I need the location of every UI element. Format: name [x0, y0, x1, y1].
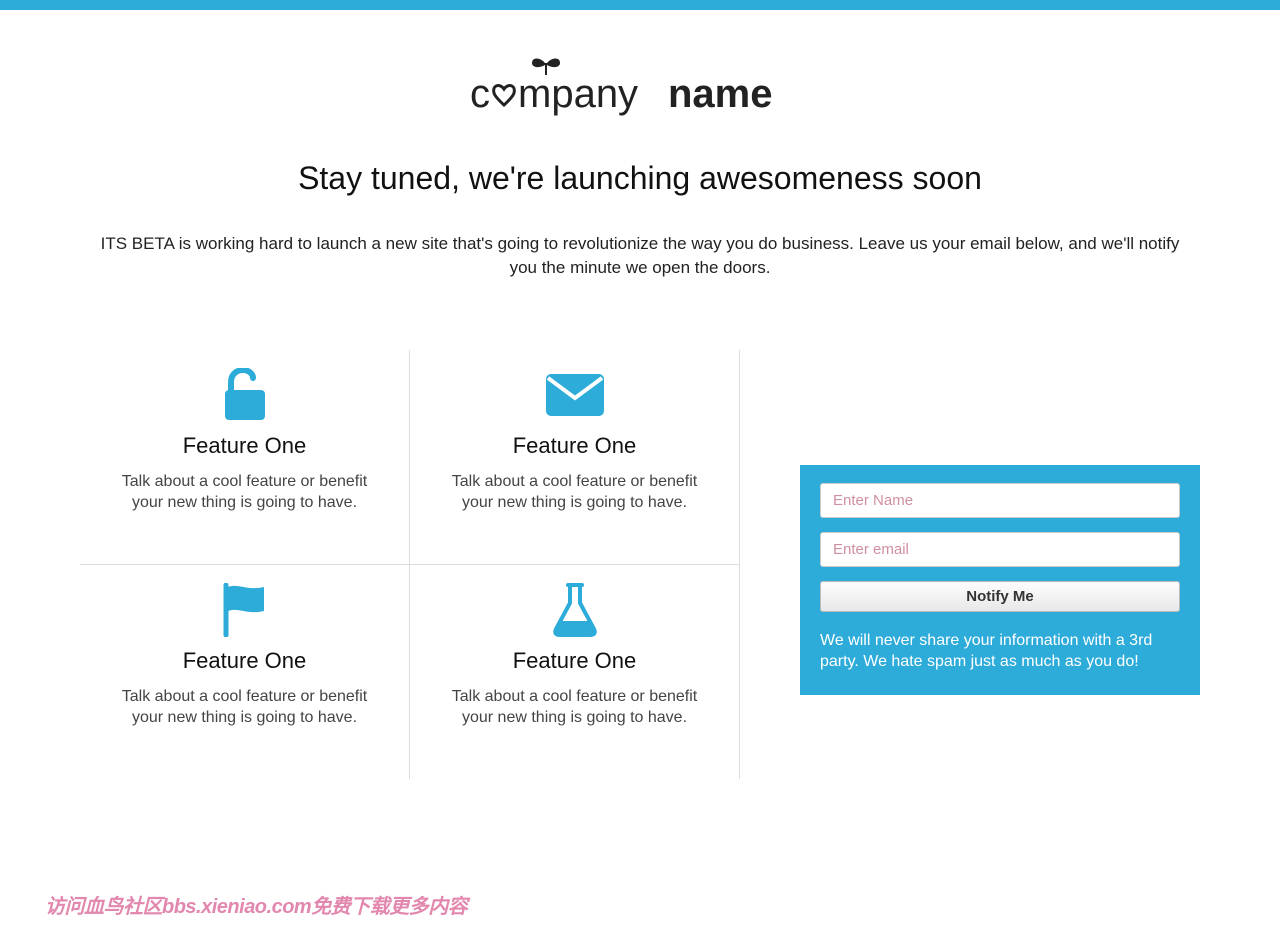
feature-card: Feature One Talk about a cool feature or…: [410, 565, 740, 779]
name-input[interactable]: [820, 483, 1180, 518]
watermark-text: 访问血鸟社区bbs.xieniao.com免费下载更多内容: [45, 890, 467, 919]
headline: Stay tuned, we're launching awesomeness …: [80, 160, 1200, 197]
feature-card: Feature One Talk about a cool feature or…: [80, 565, 410, 779]
privacy-text: We will never share your information wit…: [820, 630, 1180, 673]
company-logo: c mpany name: [470, 55, 810, 125]
svg-text:mpany: mpany: [518, 72, 638, 116]
feature-description: Talk about a cool feature or benefit you…: [440, 471, 709, 514]
subheadline: ITS BETA is working hard to launch a new…: [80, 232, 1200, 280]
flask-icon: [545, 580, 605, 640]
feature-card: Feature One Talk about a cool feature or…: [80, 350, 410, 565]
feature-card: Feature One Talk about a cool feature or…: [410, 350, 740, 565]
unlock-icon: [215, 365, 275, 425]
logo-area: c mpany name: [80, 10, 1200, 160]
svg-text:name: name: [668, 72, 773, 116]
feature-title: Feature One: [440, 433, 709, 459]
feature-title: Feature One: [110, 433, 379, 459]
features-grid: Feature One Talk about a cool feature or…: [80, 350, 740, 779]
email-input[interactable]: [820, 532, 1180, 567]
flag-icon: [215, 580, 275, 640]
signup-form: Notify Me We will never share your infor…: [800, 465, 1200, 695]
feature-title: Feature One: [110, 648, 379, 674]
feature-description: Talk about a cool feature or benefit you…: [110, 686, 379, 729]
notify-button[interactable]: Notify Me: [820, 581, 1180, 612]
main-content: Feature One Talk about a cool feature or…: [80, 350, 1200, 779]
top-accent-bar: [0, 0, 1280, 10]
feature-description: Talk about a cool feature or benefit you…: [440, 686, 709, 729]
envelope-icon: [545, 365, 605, 425]
feature-title: Feature One: [440, 648, 709, 674]
svg-text:c: c: [470, 72, 490, 116]
feature-description: Talk about a cool feature or benefit you…: [110, 471, 379, 514]
